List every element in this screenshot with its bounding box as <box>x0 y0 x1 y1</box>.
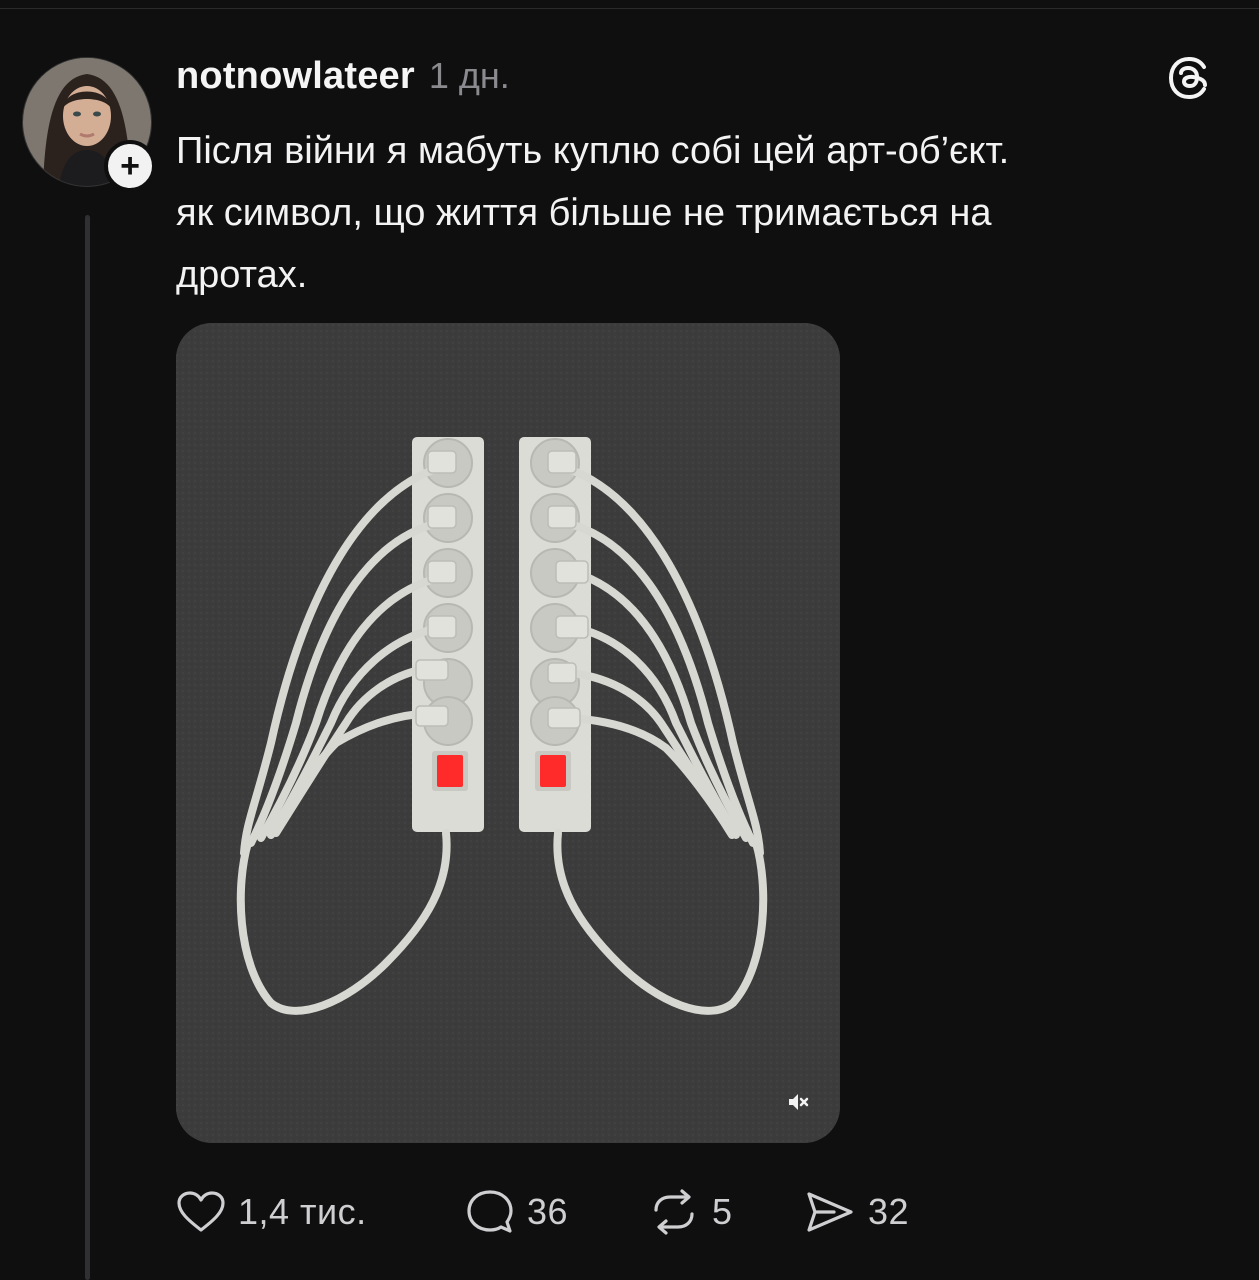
repost-button[interactable]: 5 <box>648 1182 733 1242</box>
power-strips-artwork <box>176 323 840 1143</box>
share-button[interactable]: 32 <box>804 1182 909 1242</box>
post-text: Після війни я мабуть куплю собі цей арт-… <box>176 120 1216 306</box>
repost-count: 5 <box>712 1191 733 1232</box>
top-divider <box>0 8 1259 9</box>
share-count: 32 <box>868 1191 910 1232</box>
threads-logo-icon[interactable] <box>1166 55 1212 101</box>
comment-icon <box>467 1190 513 1233</box>
post-header: notnowlateer 1 дн. <box>176 55 510 98</box>
like-button[interactable]: 1,4 тис. <box>176 1182 367 1242</box>
mute-icon[interactable] <box>786 1090 810 1114</box>
post-text-line: Після війни я мабуть куплю собі цей арт-… <box>176 130 1010 172</box>
heart-icon <box>177 1191 225 1232</box>
post-timestamp[interactable]: 1 дн. <box>429 55 510 97</box>
reply-count: 36 <box>527 1191 569 1232</box>
thread-line <box>85 215 90 1280</box>
post-text-line: дротах. <box>176 254 308 296</box>
follow-plus-button[interactable]: + <box>104 140 156 192</box>
like-count: 1,4 тис. <box>238 1191 367 1232</box>
post-media-video[interactable] <box>176 323 840 1143</box>
username-link[interactable]: notnowlateer <box>176 55 415 98</box>
post-actions-bar: 1,4 тис. 36 5 32 <box>176 1182 976 1242</box>
repost-icon <box>654 1189 694 1235</box>
plus-icon: + <box>120 147 140 185</box>
send-icon <box>807 1192 853 1232</box>
reply-button[interactable]: 36 <box>465 1182 568 1242</box>
post-text-line: як символ, що життя більше не тримається… <box>176 192 992 234</box>
